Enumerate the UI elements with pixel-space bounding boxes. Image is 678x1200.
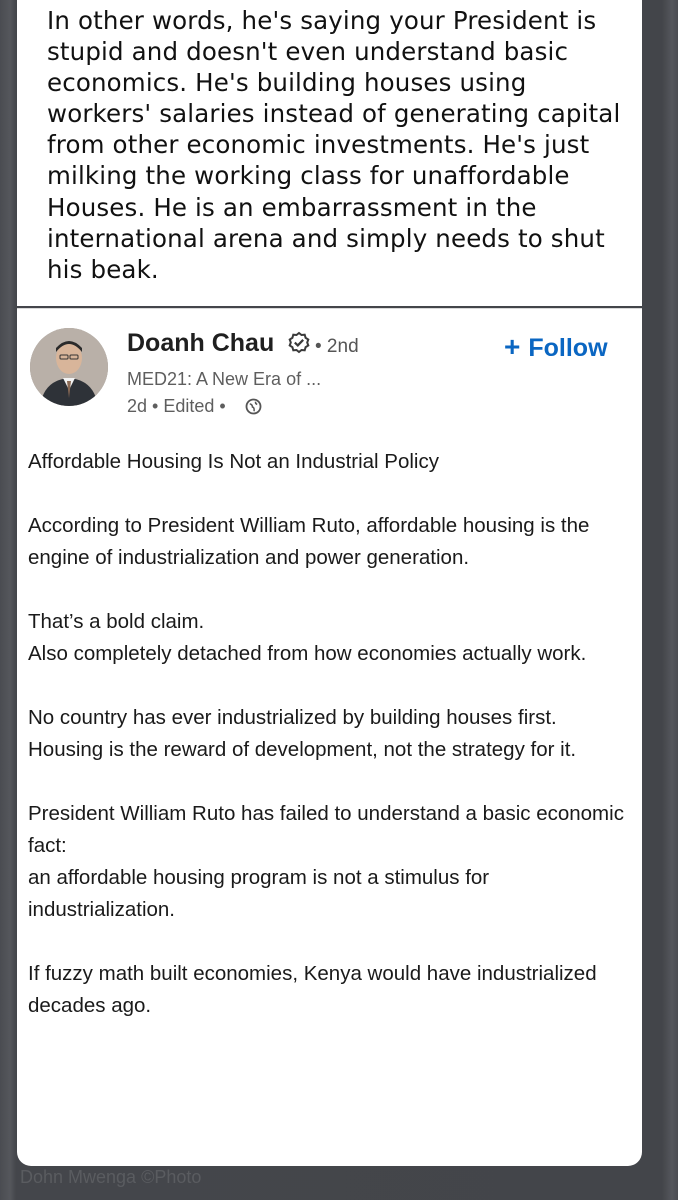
post-paragraph: That’s a bold claim. Also completely det… <box>28 610 587 665</box>
caption-text: In other words, he's saying your Preside… <box>47 6 621 284</box>
post-paragraph: If fuzzy math built economies, Kenya wou… <box>28 962 597 1017</box>
follow-button[interactable]: + Follow <box>504 331 608 363</box>
post-paragraph: According to President William Ruto, aff… <box>28 514 590 569</box>
post-body: Affordable Housing Is Not an Industrial … <box>28 446 628 1054</box>
post-paragraph: Affordable Housing Is Not an Industrial … <box>28 450 439 473</box>
post-paragraph: No country has ever industrialized by bu… <box>28 706 577 761</box>
follow-label: Follow <box>528 334 608 362</box>
post-meta: 2d • Edited • <box>127 396 226 416</box>
author-headline: MED21: A New Era of ... <box>127 369 322 389</box>
plus-icon: + <box>504 331 521 362</box>
connection-degree: • 2nd <box>315 336 359 357</box>
linkedin-post: Doanh Chau • 2nd MED21: A New Era of ...… <box>17 308 642 1166</box>
author-name[interactable]: Doanh Chau <box>127 329 274 358</box>
caption-card: In other words, he's saying your Preside… <box>17 0 642 306</box>
avatar-photo <box>30 328 108 406</box>
verified-icon <box>288 331 310 354</box>
avatar[interactable] <box>30 328 108 406</box>
background-watermark-text: Dohn Mwenga ©Photo <box>20 1167 202 1187</box>
post-paragraph: President William Ruto has failed to und… <box>28 802 624 921</box>
globe-icon <box>245 398 262 415</box>
